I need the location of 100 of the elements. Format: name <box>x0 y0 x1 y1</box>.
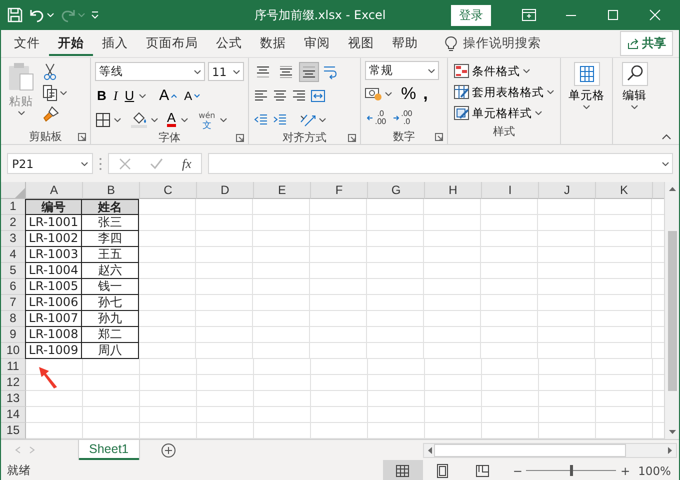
bold-button[interactable]: B <box>95 86 108 106</box>
percent-button[interactable]: % <box>399 84 418 104</box>
column-header[interactable]: C <box>140 182 197 199</box>
align-left-icon[interactable] <box>253 88 269 104</box>
column-header[interactable]: F <box>311 182 368 199</box>
increase-indent-icon[interactable] <box>272 112 288 128</box>
undo-icon[interactable] <box>29 8 45 22</box>
column-header[interactable]: A <box>26 182 83 199</box>
share-button[interactable]: 共享 <box>620 31 673 56</box>
align-right-icon[interactable] <box>291 88 307 104</box>
cut-icon[interactable] <box>42 63 58 81</box>
row-header[interactable]: 12 <box>1 375 26 391</box>
ribbon-tab[interactable]: 视图 <box>339 31 383 56</box>
shrink-font-button[interactable]: A <box>182 86 202 106</box>
wrap-text-icon[interactable] <box>322 64 338 80</box>
dialog-launcher-icon[interactable] <box>236 134 244 142</box>
merge-center-icon[interactable] <box>310 88 326 104</box>
ribbon-display-icon[interactable] <box>519 7 539 23</box>
row-header[interactable]: 9 <box>1 327 26 343</box>
column-header[interactable]: J <box>539 182 596 199</box>
grow-font-button[interactable]: A <box>157 86 180 106</box>
row-header[interactable]: 4 <box>1 247 26 263</box>
dialog-launcher-icon[interactable] <box>348 134 356 142</box>
column-header[interactable]: E <box>254 182 311 199</box>
number-format-select[interactable]: 常规 <box>365 61 439 80</box>
zoom-reading[interactable]: 100% <box>638 464 671 478</box>
add-sheet-icon[interactable] <box>160 442 176 458</box>
column-header[interactable]: K <box>596 182 653 199</box>
font-name-select[interactable]: 等线 <box>95 62 205 81</box>
ribbon-tab[interactable]: 帮助 <box>383 31 427 56</box>
align-bottom-button[interactable] <box>299 62 319 82</box>
scroll-right-icon[interactable] <box>668 446 672 454</box>
row-header[interactable]: 6 <box>1 279 26 295</box>
drag-handle-icon[interactable] <box>99 156 102 170</box>
column-header[interactable]: H <box>425 182 482 199</box>
format-painter-icon[interactable] <box>42 105 60 123</box>
dialog-launcher-icon[interactable] <box>78 133 86 141</box>
row-header[interactable]: 2 <box>1 215 26 231</box>
zoom-in-button[interactable]: + <box>620 464 630 478</box>
name-box[interactable]: P21 <box>7 153 93 174</box>
row-header[interactable]: 8 <box>1 311 26 327</box>
row-header[interactable]: 1 <box>1 199 26 215</box>
increase-decimal-button[interactable]: .0 .00 <box>365 108 388 128</box>
fill-color-icon[interactable] <box>130 111 148 128</box>
save-icon[interactable] <box>7 7 23 23</box>
decrease-decimal-button[interactable]: .00 .0 <box>391 108 414 128</box>
conditional-style-button[interactable]: 条件格式 <box>452 61 556 81</box>
phonetic-button[interactable]: wén 文 <box>196 110 218 130</box>
comma-button[interactable]: , <box>421 84 430 104</box>
ribbon-tab[interactable]: 文件 <box>5 31 49 56</box>
ribbon-tab[interactable]: 数据 <box>251 31 295 56</box>
scroll-up-icon[interactable] <box>668 187 676 191</box>
lightbulb-icon[interactable] <box>445 36 457 52</box>
scroll-down-icon[interactable] <box>668 430 676 434</box>
formula-input[interactable] <box>208 153 673 174</box>
italic-button[interactable]: I <box>111 86 120 106</box>
ribbon-tab[interactable]: 插入 <box>93 31 137 56</box>
tell-me-search[interactable]: 操作说明搜索 <box>463 35 541 52</box>
font-size-select[interactable]: 11 <box>208 62 244 81</box>
scroll-thumb[interactable] <box>668 230 676 390</box>
normal-view-button[interactable] <box>382 460 423 480</box>
row-header[interactable]: 13 <box>1 391 26 407</box>
row-header[interactable]: 7 <box>1 295 26 311</box>
horizontal-scrollbar[interactable] <box>423 442 677 458</box>
empty-cell <box>253 279 310 295</box>
column-header[interactable]: I <box>482 182 539 199</box>
row-header[interactable]: 11 <box>1 359 26 375</box>
borders-icon[interactable] <box>95 112 111 128</box>
decrease-indent-icon[interactable] <box>253 112 269 128</box>
ribbon-tab[interactable]: 审阅 <box>295 31 339 56</box>
column-header[interactable]: B <box>83 182 140 199</box>
scroll-thumb[interactable] <box>434 444 626 456</box>
align-center-icon[interactable] <box>272 88 288 104</box>
login-button[interactable]: 登录 <box>451 4 491 26</box>
row-header[interactable]: 3 <box>1 231 26 247</box>
sheet-tab[interactable]: Sheet1 <box>79 440 139 460</box>
ribbon-tab[interactable]: 开始 <box>49 31 93 56</box>
insert-function-button[interactable]: fx <box>182 156 192 172</box>
editing-button[interactable]: 编辑 <box>620 61 650 110</box>
row-header[interactable]: 5 <box>1 263 26 279</box>
cell-style-button[interactable]: 单元格样式 <box>452 103 556 123</box>
dialog-launcher-icon[interactable] <box>435 133 443 141</box>
row-header[interactable]: 14 <box>1 407 26 423</box>
scroll-left-icon[interactable] <box>428 446 432 454</box>
collapse-ribbon-icon[interactable] <box>662 134 671 140</box>
customize-caret-icon[interactable] <box>91 11 99 19</box>
copy-icon[interactable] <box>42 84 58 102</box>
cells-button[interactable]: 单元格 <box>566 61 606 110</box>
underline-button[interactable]: U <box>122 86 136 106</box>
currency-icon[interactable] <box>365 86 382 101</box>
ribbon-tab[interactable]: 页面布局 <box>137 31 207 56</box>
vertical-scrollbar[interactable] <box>664 182 679 439</box>
column-header[interactable]: G <box>368 182 425 199</box>
row-header[interactable]: 15 <box>1 423 26 439</box>
table-style-button[interactable]: 套用表格格式 <box>452 82 556 102</box>
font-color-button[interactable]: A <box>165 110 178 130</box>
column-header[interactable]: D <box>197 182 254 199</box>
row-header[interactable]: 10 <box>1 343 26 359</box>
ribbon-tab[interactable]: 公式 <box>207 31 251 56</box>
zoom-out-button[interactable]: − <box>512 464 522 478</box>
